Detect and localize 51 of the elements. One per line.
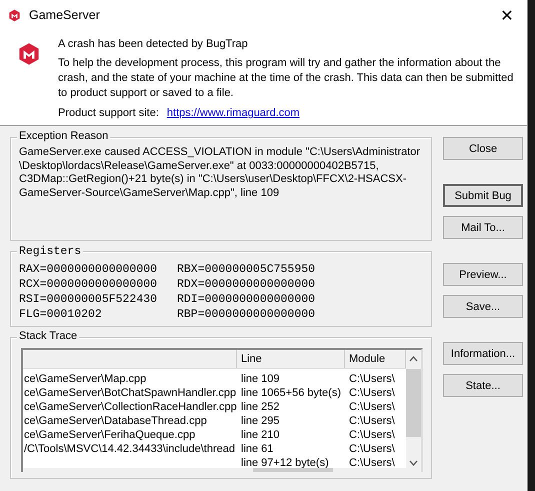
table-cell-text: ce\GameServer\Map.cpp <box>23 372 148 386</box>
table-cell-text: ce\GameServer\DatabaseThread.cpp <box>23 414 208 428</box>
register-value: RBX=000000005C755950 <box>177 262 316 277</box>
dialog-button[interactable]: Information... <box>443 342 523 365</box>
table-cell-text: line 210 <box>240 428 281 442</box>
dialog-button[interactable]: Mail To... <box>443 216 523 239</box>
table-cell-text: ce\GameServer\FerihaQueque.cpp <box>23 428 196 442</box>
table-cell: ce\GameServer\CollectionRaceHandler.cpp <box>23 400 237 414</box>
table-cell-text: line 97+12 byte(s) <box>240 456 330 470</box>
table-cell-text: line 61 <box>240 442 274 456</box>
table-cell-text: C:\Users\ <box>348 386 396 400</box>
table-cell-text: C:\Users\ <box>348 442 396 456</box>
register-value: RDX=0000000000000000 <box>177 277 316 292</box>
support-link[interactable]: https://www.rimaguard.com <box>166 107 300 119</box>
table-cell-text: line 1065+56 byte(s) <box>240 386 342 400</box>
horizontal-scrollbar[interactable] <box>253 468 333 472</box>
group-label: Stack Trace <box>17 330 80 342</box>
table-cell-text: C:\Users\ <box>348 400 396 414</box>
table-cell-text: line 295 <box>240 414 281 428</box>
stack-list[interactable] <box>21 348 423 472</box>
table-cell-text: C:\Users\ <box>348 456 396 470</box>
column-header[interactable]: Line <box>237 350 345 368</box>
crash-message: To help the development process, this program will try and gather the information about the crash, and the state of your machine at the time of the crash. This data can then be submitted to product support or saved to a file. <box>58 56 514 101</box>
dialog-button[interactable]: Close <box>443 137 523 160</box>
register-value: RAX=0000000000000000 <box>19 262 158 277</box>
support-label: Product support site: <box>58 107 159 119</box>
register-value: FLG=00010202 <box>19 307 103 322</box>
bug-logo-icon <box>8 8 21 22</box>
group-label: Exception Reason <box>17 130 110 144</box>
table-cell-text: /C\Tools\MSVC\14.42.34433\include\thread <box>23 442 236 456</box>
table-cell-text: line 252 <box>240 400 281 414</box>
table-cell-text: C:\Users\ <box>348 414 396 428</box>
dialog-button[interactable]: Preview... <box>443 263 523 286</box>
vertical-scrollbar[interactable] <box>406 350 421 472</box>
close-icon[interactable]: ✕ <box>487 6 527 24</box>
dialog-button[interactable]: State... <box>443 374 523 397</box>
register-value: RBP=0000000000000000 <box>177 307 316 322</box>
register-value: RCX=0000000000000000 <box>19 277 158 292</box>
window-title: GameServer <box>29 8 101 22</box>
table-cell-text: line 109 <box>240 372 281 386</box>
dialog-button[interactable]: Submit Bug <box>443 184 523 207</box>
table-cell-text: C:\Users\ <box>348 428 396 442</box>
group-label: Registers <box>17 244 84 259</box>
crash-heading: A crash has been detected by BugTrap <box>58 38 249 50</box>
table-cell: ce\GameServer\BotChatSpawnHandler.cpp <box>23 386 237 400</box>
bug-logo-icon <box>17 42 41 66</box>
dialog-button[interactable]: Save... <box>443 295 523 318</box>
register-value: RSI=000000005F522430 <box>19 292 158 307</box>
exception-text: GameServer.exe caused ACCESS_VIOLATION in module "C:\Users\Administrator \Desktop\lordacs\Release\GameServer.exe" at 0033:00000000402B5715, C3DMap::GetRegion()+21 byte(s) in "C:\Users\user\Desktop\FFCX\2-HSACSX-GameServer-Source\GameServer\Map.cpp", line 109 <box>19 146 420 198</box>
table-cell-text: C:\Users\ <box>348 372 396 386</box>
register-value: RDI=0000000000000000 <box>177 292 316 307</box>
